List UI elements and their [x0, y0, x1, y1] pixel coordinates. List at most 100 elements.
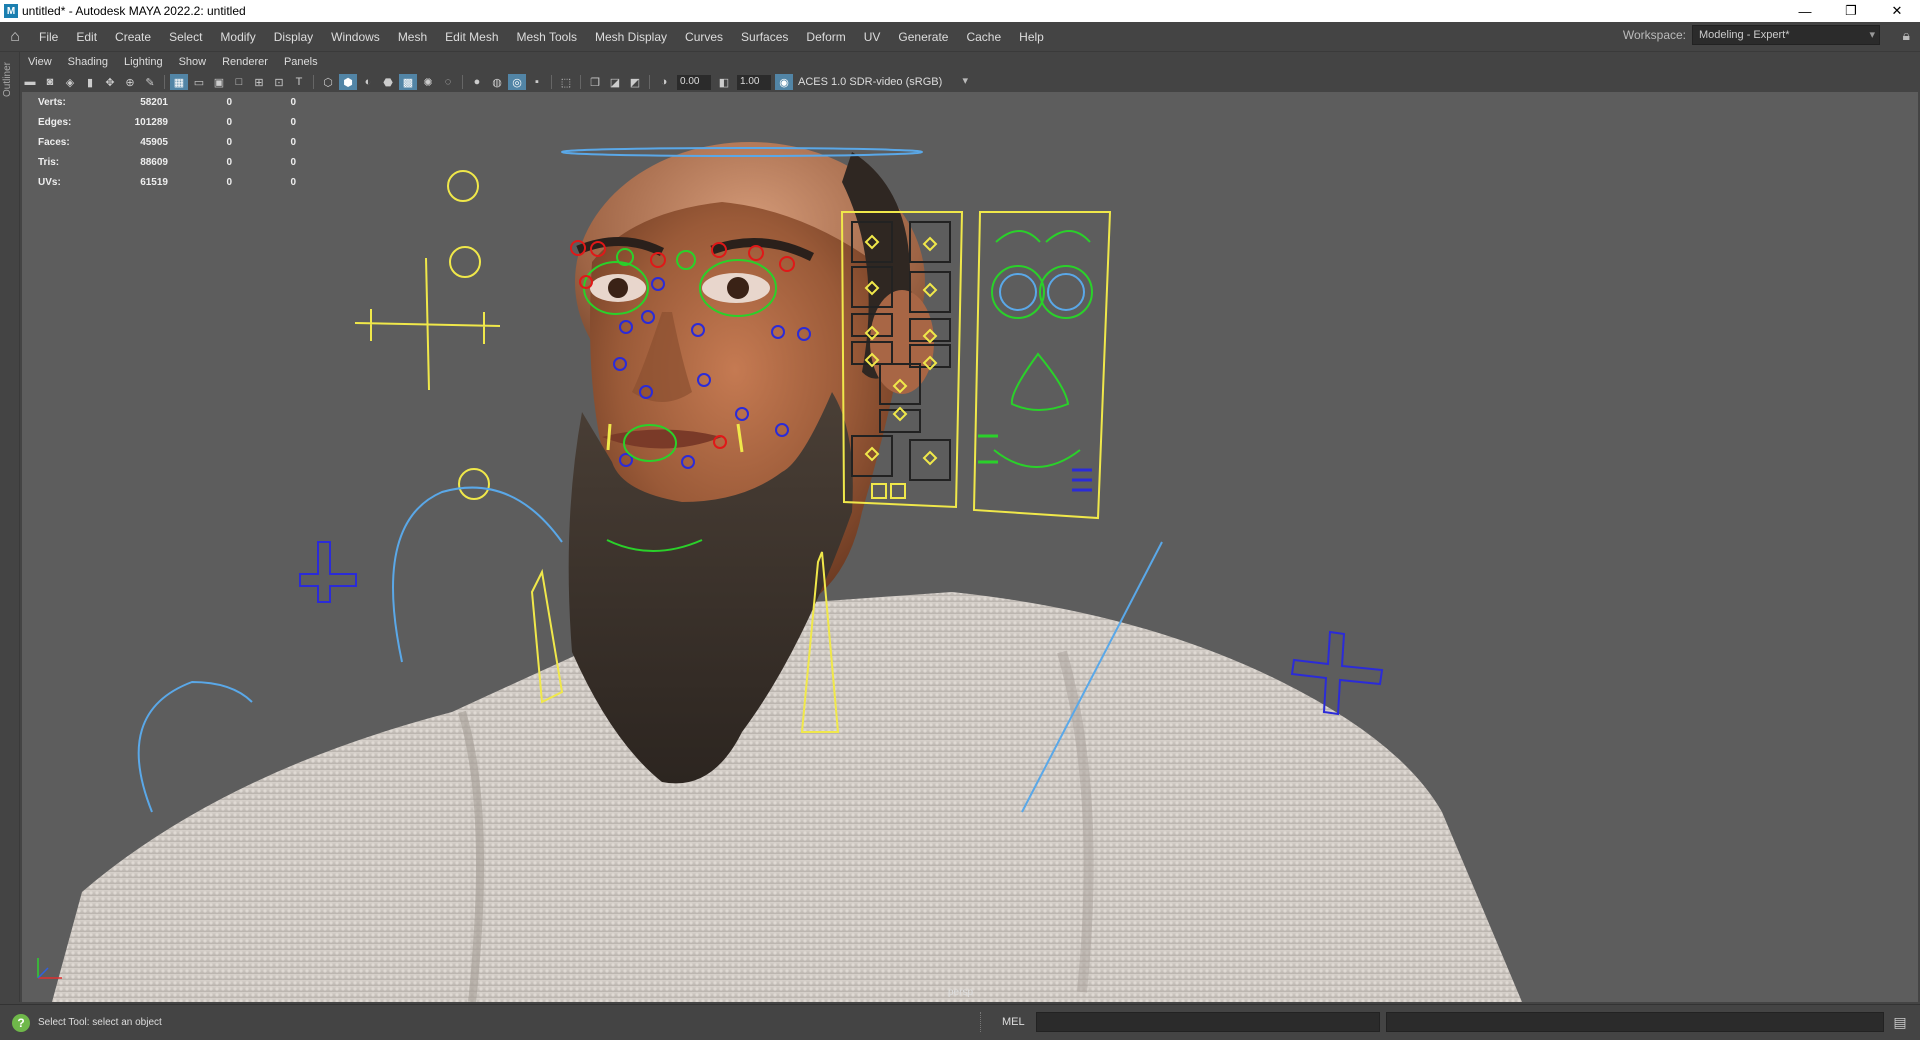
- image-plane-icon[interactable]: ✥: [101, 74, 119, 90]
- poly-count-hud: Verts: 58201 0 0 Edges: 101289 0 0 Faces: 45905…: [38, 92, 296, 192]
- use-all-lights-icon[interactable]: ✺: [419, 74, 437, 90]
- workspace-label: Workspace:: [1622, 28, 1686, 42]
- workspace-dropdown[interactable]: Modeling - Expert* ▾: [1692, 25, 1880, 45]
- menu-select[interactable]: Select: [160, 22, 211, 52]
- gamma-field[interactable]: 1.00: [737, 74, 771, 90]
- command-line-input[interactable]: [1036, 1012, 1380, 1032]
- hud-row-edges: Edges: 101289 0 0: [38, 116, 296, 128]
- lock-icon[interactable]: 🔒︎: [1903, 27, 1910, 44]
- hud-row-faces: Faces: 45905 0 0: [38, 136, 296, 148]
- maya-app-icon: M: [4, 4, 18, 18]
- view-transform-value: ACES 1.0 SDR-video (sRGB): [798, 76, 943, 88]
- menu-file[interactable]: File: [30, 22, 67, 52]
- color-management-icon[interactable]: ◉: [775, 74, 793, 90]
- menu-cache[interactable]: Cache: [957, 22, 1010, 52]
- safe-title-icon[interactable]: T: [290, 74, 308, 90]
- help-icon: ?: [12, 1013, 30, 1032]
- script-editor-icon[interactable]: ▤: [1890, 1012, 1910, 1032]
- xray-icon[interactable]: ❐: [586, 74, 604, 90]
- film-gate-icon[interactable]: ▭: [190, 74, 208, 90]
- depth-of-field-icon[interactable]: ▪: [528, 74, 546, 90]
- chevron-down-icon: ▾: [1869, 29, 1875, 41]
- panel-menu-show[interactable]: Show: [171, 56, 215, 68]
- menu-edit[interactable]: Edit: [67, 22, 106, 52]
- grid-icon[interactable]: ▦: [170, 74, 188, 90]
- close-button[interactable]: ✕: [1874, 0, 1920, 22]
- hud-row-verts: Verts: 58201 0 0: [38, 96, 296, 108]
- command-language-toggle[interactable]: MEL: [1002, 1016, 1025, 1028]
- hud-row-uvs: UVs: 61519 0 0: [38, 176, 296, 188]
- smooth-shade-icon[interactable]: ⬢: [339, 74, 357, 90]
- menu-windows[interactable]: Windows: [322, 22, 389, 52]
- camera-attributes-icon[interactable]: ◙: [41, 74, 59, 90]
- xray-active-components-icon[interactable]: ◩: [626, 74, 644, 90]
- workspace-selector: Workspace: Modeling - Expert* ▾: [1623, 25, 1880, 45]
- menu-mesh-tools[interactable]: Mesh Tools: [508, 22, 586, 52]
- workspace-value: Modeling - Expert*: [1699, 29, 1790, 41]
- outliner-tab[interactable]: Outliner: [2, 62, 13, 97]
- panel-menu-bar: View Shading Lighting Show Renderer Pane…: [20, 52, 1920, 72]
- shadows-icon[interactable]: ◌: [439, 74, 457, 90]
- bookmarks-icon[interactable]: ◈: [61, 74, 79, 90]
- menu-create[interactable]: Create: [106, 22, 160, 52]
- field-chart-icon[interactable]: ⊞: [250, 74, 268, 90]
- anti-aliasing-icon[interactable]: ◎: [508, 74, 526, 90]
- toolbar-separator: [462, 75, 463, 89]
- bookmark-icon[interactable]: ▮: [81, 74, 99, 90]
- axis-gizmo-icon: [37, 958, 62, 979]
- grease-pencil-icon[interactable]: ✎: [141, 74, 159, 90]
- menu-modify[interactable]: Modify: [211, 22, 264, 52]
- aim-ctrl-top: [447, 170, 479, 202]
- camera-name-label: persp: [948, 987, 974, 998]
- menu-mesh[interactable]: Mesh: [389, 22, 436, 52]
- menu-display[interactable]: Display: [265, 22, 322, 52]
- eye-target-cross: [354, 257, 501, 391]
- view-transform-dropdown[interactable]: ACES 1.0 SDR-video (sRGB) ▾: [794, 74, 974, 90]
- screen-space-ao-icon[interactable]: ●: [468, 74, 486, 90]
- toolbar-separator: [649, 75, 650, 89]
- menu-surfaces[interactable]: Surfaces: [732, 22, 797, 52]
- wireframe-on-shaded-icon[interactable]: ⬣: [379, 74, 397, 90]
- toolbar-separator: [551, 75, 552, 89]
- panel-menu-view[interactable]: View: [20, 56, 60, 68]
- menu-curves[interactable]: Curves: [676, 22, 732, 52]
- menu-deform[interactable]: Deform: [797, 22, 854, 52]
- isolate-select-icon[interactable]: ⬚: [557, 74, 575, 90]
- divider-handle[interactable]: [980, 1012, 982, 1032]
- exposure-field[interactable]: 0.00: [677, 74, 711, 90]
- xray-joints-icon[interactable]: ◪: [606, 74, 624, 90]
- home-icon[interactable]: ⌂: [0, 22, 30, 52]
- menu-generate[interactable]: Generate: [889, 22, 957, 52]
- panel-menu-shading[interactable]: Shading: [60, 56, 116, 68]
- resolution-gate-icon[interactable]: ▣: [210, 74, 228, 90]
- menu-mesh-display[interactable]: Mesh Display: [586, 22, 676, 52]
- wireframe-icon[interactable]: ⬡: [319, 74, 337, 90]
- minimize-button[interactable]: —: [1782, 0, 1828, 22]
- two-d-pan-zoom-icon[interactable]: ⊕: [121, 74, 139, 90]
- main-menu-bar: ⌂ File Edit Create Select Modify Display…: [0, 22, 1920, 52]
- safe-action-icon[interactable]: ⊡: [270, 74, 288, 90]
- panel-menu-panels[interactable]: Panels: [276, 56, 326, 68]
- gate-mask-icon[interactable]: □: [230, 74, 248, 90]
- chevron-down-icon: ▾: [962, 75, 968, 87]
- face-gui-panel-right: [972, 211, 1112, 520]
- help-line-text: Select Tool: select an object: [38, 1017, 162, 1028]
- menu-edit-mesh[interactable]: Edit Mesh: [436, 22, 507, 52]
- exposure-icon[interactable]: ◑: [655, 74, 673, 90]
- outliner-tab-strip: Outliner: [0, 52, 20, 1002]
- viewport-persp[interactable]: Verts: 58201 0 0 Edges: 101289 0 0 Faces: 45905…: [22, 92, 1918, 1002]
- panel-menu-lighting[interactable]: Lighting: [116, 56, 171, 68]
- toolbar-separator: [164, 75, 165, 89]
- default-material-icon[interactable]: ◐: [359, 74, 377, 90]
- select-camera-icon[interactable]: ▬: [21, 74, 39, 90]
- menu-uv[interactable]: UV: [855, 22, 890, 52]
- textured-icon[interactable]: ▩: [399, 74, 417, 90]
- menu-help[interactable]: Help: [1010, 22, 1053, 52]
- gamma-icon[interactable]: ◧: [715, 74, 733, 90]
- hud-row-tris: Tris: 88609 0 0: [38, 156, 296, 168]
- motion-blur-icon[interactable]: ◍: [488, 74, 506, 90]
- title-bar: M untitled* - Autodesk MAYA 2022.2: unti…: [0, 0, 1920, 22]
- panel-menu-renderer[interactable]: Renderer: [214, 56, 276, 68]
- restore-button[interactable]: ❐: [1828, 0, 1874, 22]
- aim-ctrl-mid: [449, 246, 481, 278]
